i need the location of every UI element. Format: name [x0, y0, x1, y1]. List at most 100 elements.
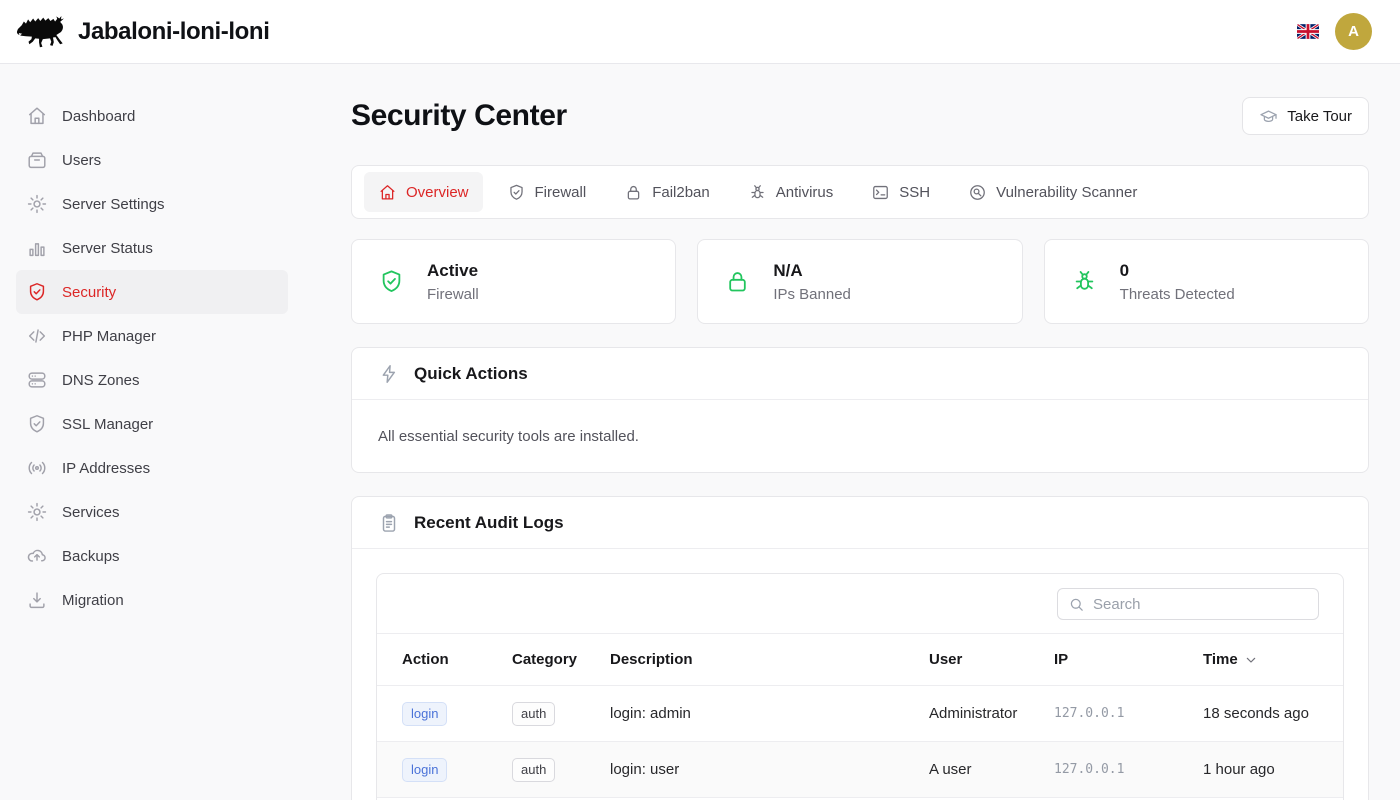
- tab-label: Fail2ban: [652, 184, 710, 201]
- home-icon: [26, 105, 48, 127]
- column-header-description[interactable]: Description: [610, 651, 929, 668]
- sidebar-item-ssl-manager[interactable]: SSL Manager: [16, 402, 288, 446]
- lightning-icon: [378, 363, 400, 385]
- uk-flag-icon[interactable]: [1297, 24, 1319, 39]
- scan-icon: [968, 183, 987, 202]
- time-cell: 1 hour ago: [1203, 761, 1318, 778]
- status-label: IPs Banned: [773, 286, 851, 303]
- tab-vulnerability-scanner[interactable]: Vulnerability Scanner: [954, 172, 1151, 212]
- status-label: Firewall: [427, 286, 479, 303]
- take-tour-label: Take Tour: [1287, 108, 1352, 125]
- lock-icon: [724, 268, 751, 295]
- download-icon: [26, 589, 48, 611]
- audit-logs-title: Recent Audit Logs: [414, 513, 564, 533]
- audit-logs-card: Recent Audit Logs ActionCategoryDescript…: [351, 496, 1369, 800]
- action-badge[interactable]: login: [402, 702, 447, 726]
- search-field: [1057, 588, 1319, 620]
- status-label: Threats Detected: [1120, 286, 1235, 303]
- column-header-category[interactable]: Category: [512, 651, 610, 668]
- sidebar: Dashboard Users Server Settings Server Stat…: [0, 64, 304, 800]
- main-content: Security Center Take Tour Overview Firewa…: [304, 64, 1400, 800]
- sidebar-item-server-settings[interactable]: Server Settings: [16, 182, 288, 226]
- sidebar-item-label: Backups: [62, 548, 120, 565]
- category-badge: auth: [512, 702, 555, 726]
- gear-icon: [26, 501, 48, 523]
- archive-icon: [26, 149, 48, 171]
- cloud-upload-icon: [26, 545, 48, 567]
- tab-ssh[interactable]: SSH: [857, 172, 944, 212]
- user-avatar[interactable]: A: [1335, 13, 1372, 50]
- sidebar-item-label: Server Status: [62, 240, 153, 257]
- status-card-ips-banned: N/A IPs Banned: [697, 239, 1022, 324]
- sidebar-item-label: PHP Manager: [62, 328, 156, 345]
- search-icon: [1068, 596, 1085, 613]
- tab-antivirus[interactable]: Antivirus: [734, 172, 848, 212]
- action-badge[interactable]: login: [402, 758, 447, 782]
- table-row: login auth login: user A user 127.0.0.1 …: [377, 741, 1343, 797]
- sidebar-item-label: Users: [62, 152, 101, 169]
- tab-label: Vulnerability Scanner: [996, 184, 1137, 201]
- gear-icon: [26, 193, 48, 215]
- tab-label: SSH: [899, 184, 930, 201]
- tab-firewall[interactable]: Firewall: [493, 172, 601, 212]
- security-tabs: Overview Firewall Fail2ban Antivirus SSH Vuln…: [351, 165, 1369, 219]
- tab-label: Antivirus: [776, 184, 834, 201]
- table-header-row: ActionCategoryDescriptionUserIPTime: [377, 633, 1343, 685]
- quick-actions-card: Quick Actions All essential security too…: [351, 347, 1369, 473]
- sidebar-item-label: DNS Zones: [62, 372, 140, 389]
- table-row: login auth login: admin Administrator 12…: [377, 685, 1343, 741]
- server-stack-icon: [26, 369, 48, 391]
- sidebar-item-label: Dashboard: [62, 108, 135, 125]
- description-cell: login: user: [610, 761, 929, 778]
- lock-icon: [624, 183, 643, 202]
- column-header-user[interactable]: User: [929, 651, 1054, 668]
- status-card-firewall: Active Firewall: [351, 239, 676, 324]
- status-value: N/A: [773, 261, 851, 281]
- graduation-cap-icon: [1259, 107, 1278, 126]
- ip-cell: 127.0.0.1: [1054, 706, 1203, 721]
- page-title: Security Center: [351, 99, 567, 133]
- bug-icon: [748, 183, 767, 202]
- radio-waves-icon: [26, 457, 48, 479]
- column-header-time[interactable]: Time: [1203, 651, 1318, 668]
- status-value: 0: [1120, 261, 1235, 281]
- top-bar: Jabaloni-loni-loni A: [0, 0, 1400, 64]
- tab-label: Firewall: [535, 184, 587, 201]
- sidebar-item-server-status[interactable]: Server Status: [16, 226, 288, 270]
- tab-fail2ban[interactable]: Fail2ban: [610, 172, 724, 212]
- sidebar-item-dns-zones[interactable]: DNS Zones: [16, 358, 288, 402]
- sidebar-item-dashboard[interactable]: Dashboard: [16, 94, 288, 138]
- shield-check-icon: [507, 183, 526, 202]
- column-header-action[interactable]: Action: [402, 651, 512, 668]
- sidebar-item-label: Services: [62, 504, 120, 521]
- bar-chart-icon: [26, 237, 48, 259]
- time-cell: 18 seconds ago: [1203, 705, 1318, 722]
- ip-cell: 127.0.0.1: [1054, 762, 1203, 777]
- sidebar-item-users[interactable]: Users: [16, 138, 288, 182]
- sidebar-item-ip-addresses[interactable]: IP Addresses: [16, 446, 288, 490]
- search-input[interactable]: [1093, 596, 1308, 613]
- audit-logs-table: ActionCategoryDescriptionUserIPTime logi…: [376, 573, 1344, 800]
- quick-actions-message: All essential security tools are install…: [352, 400, 1368, 472]
- sidebar-item-services[interactable]: Services: [16, 490, 288, 534]
- sidebar-item-label: SSL Manager: [62, 416, 153, 433]
- user-cell: Administrator: [929, 705, 1054, 722]
- sidebar-item-label: Security: [62, 284, 116, 301]
- category-badge: auth: [512, 758, 555, 782]
- sidebar-item-migration[interactable]: Migration: [16, 578, 288, 622]
- user-cell: A user: [929, 761, 1054, 778]
- app-title: Jabaloni-loni-loni: [78, 18, 269, 46]
- sidebar-item-security[interactable]: Security: [16, 270, 288, 314]
- boar-logo-icon: [14, 10, 70, 54]
- tab-overview[interactable]: Overview: [364, 172, 483, 212]
- terminal-icon: [871, 183, 890, 202]
- take-tour-button[interactable]: Take Tour: [1242, 97, 1369, 135]
- shield-check-icon: [378, 268, 405, 295]
- sidebar-item-backups[interactable]: Backups: [16, 534, 288, 578]
- sidebar-item-php-manager[interactable]: PHP Manager: [16, 314, 288, 358]
- sidebar-item-label: IP Addresses: [62, 460, 150, 477]
- column-header-ip[interactable]: IP: [1054, 651, 1203, 668]
- sidebar-item-label: Migration: [62, 592, 124, 609]
- quick-actions-title: Quick Actions: [414, 364, 528, 384]
- shield-check-icon: [26, 281, 48, 303]
